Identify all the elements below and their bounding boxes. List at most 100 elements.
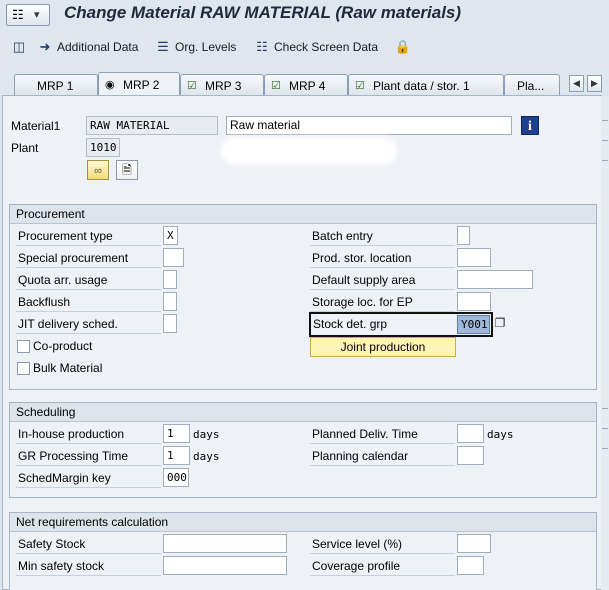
org-levels-icon: ☰: [157, 39, 169, 54]
scrollbar-mark: [602, 140, 608, 141]
scrollbar-mark: [602, 160, 608, 161]
storage-loc-ep-field[interactable]: [457, 292, 491, 311]
org-level-button[interactable]: ∞: [87, 160, 109, 180]
backflush-label: Backflush: [16, 292, 161, 312]
redaction-mask: [224, 140, 394, 162]
jit-delivery-sched-label: JIT delivery sched.: [16, 314, 161, 334]
prod-stor-location-field[interactable]: [457, 248, 491, 267]
jit-delivery-sched-field[interactable]: [163, 314, 177, 333]
additional-data-button[interactable]: ➜ Additional Data: [36, 38, 139, 56]
check-icon: ☑: [355, 79, 365, 92]
material-description-field[interactable]: Raw material: [226, 116, 512, 135]
default-supply-area-field[interactable]: [457, 270, 533, 289]
procurement-type-label: Procurement type: [16, 226, 161, 246]
tab-label: Plant data / stor. 1: [373, 78, 470, 93]
lock-button[interactable]: 🔒: [394, 38, 415, 56]
special-procurement-label: Special procurement: [16, 248, 161, 268]
safety-stock-label: Safety Stock: [16, 534, 161, 554]
safety-stock-field[interactable]: [163, 534, 287, 553]
batch-entry-field[interactable]: [457, 226, 470, 245]
title-bar: ☷ ▾ Change Material RAW MATERIAL (Raw ma…: [0, 0, 609, 30]
procurement-type-field[interactable]: X: [163, 226, 178, 245]
tab-label: MRP 3: [205, 78, 242, 93]
menu-icon: ☷: [12, 7, 24, 22]
application-toolbar: ◫ ➜ Additional Data ☰ Org. Levels ☷ Chec…: [0, 32, 609, 62]
scrollbar-mark: [602, 428, 608, 429]
document-button[interactable]: 🗎: [116, 160, 138, 180]
plant-field: 1010: [86, 138, 120, 157]
check-icon: ☑: [187, 79, 197, 92]
scrollbar-mark: [602, 408, 608, 409]
stock-det-grp-label: Stock det. grp: [313, 317, 388, 331]
bulk-material-label: Bulk Material: [33, 361, 103, 375]
inhouse-production-field[interactable]: 1: [163, 424, 190, 443]
system-menu-button[interactable]: ☷ ▾: [6, 4, 50, 26]
joint-production-tooltip: Joint production: [310, 337, 456, 357]
tab-mrp2[interactable]: ◉ MRP 2: [98, 72, 180, 96]
coverage-profile-field[interactable]: [457, 556, 484, 575]
service-level-label: Service level (%): [310, 534, 455, 554]
check-screen-data-label: Check Screen Data: [274, 40, 379, 54]
radio-selected-icon: ◉: [105, 78, 115, 91]
info-icon[interactable]: i: [521, 116, 539, 135]
co-product-label: Co-product: [33, 339, 93, 353]
net-requirements-title: Net requirements calculation: [10, 513, 596, 532]
backflush-field[interactable]: [163, 292, 177, 311]
page-title: Change Material RAW MATERIAL (Raw materi…: [64, 3, 462, 22]
tab-mrp4[interactable]: ☑ MRP 4: [264, 74, 348, 96]
tab-label: MRP 1: [37, 78, 74, 93]
procurement-title: Procurement: [10, 205, 596, 224]
tab-label: MRP 4: [289, 78, 326, 93]
planned-deliv-time-field[interactable]: [457, 424, 484, 443]
lock-icon: 🔒: [394, 39, 412, 54]
schedmargin-key-field[interactable]: 000: [163, 468, 189, 487]
create-icon: ◫: [12, 39, 26, 54]
bulk-material-checkbox[interactable]: [17, 362, 30, 375]
tab-plant-more[interactable]: Pla...: [504, 74, 560, 96]
search-help-icon[interactable]: ❐: [493, 316, 507, 330]
org-levels-button[interactable]: ☰ Org. Levels: [154, 38, 236, 56]
co-product-checkbox[interactable]: [17, 340, 30, 353]
planned-deliv-time-label: Planned Deliv. Time: [310, 424, 455, 444]
check-screen-icon: ☷: [256, 39, 268, 54]
check-icon: ☑: [271, 79, 281, 92]
tab-plant-data-stor1[interactable]: ☑ Plant data / stor. 1: [348, 74, 504, 96]
tab-scroll-left-button[interactable]: ◀: [569, 75, 584, 92]
additional-data-label: Additional Data: [57, 40, 139, 54]
tab-strip: MRP 1 ◉ MRP 2 ☑ MRP 3 ☑ MRP 4 ☑ Plant da…: [0, 72, 609, 96]
default-supply-area-label: Default supply area: [310, 270, 455, 290]
tab-label: MRP 2: [123, 77, 160, 92]
scrollbar-mark: [602, 120, 608, 121]
service-level-field[interactable]: [457, 534, 491, 553]
vertical-scrollbar[interactable]: [601, 96, 609, 590]
coverage-profile-label: Coverage profile: [310, 556, 455, 576]
schedmargin-key-label: SchedMargin key: [16, 468, 161, 488]
tab-mrp1[interactable]: MRP 1: [14, 74, 98, 96]
tab-mrp3[interactable]: ☑ MRP 3: [180, 74, 264, 96]
min-safety-stock-field[interactable]: [163, 556, 287, 575]
min-safety-stock-label: Min safety stock: [16, 556, 161, 576]
quota-arr-usage-field[interactable]: [163, 270, 177, 289]
tab-label: Pla...: [517, 78, 545, 93]
toolbar-extra-button[interactable]: ◫: [10, 38, 31, 56]
storage-loc-ep-label: Storage loc. for EP: [310, 292, 455, 312]
planned-deliv-unit: days: [487, 428, 514, 441]
scheduling-title: Scheduling: [10, 403, 596, 422]
quota-arr-usage-label: Quota arr. usage: [16, 270, 161, 290]
document-icon: 🗎: [122, 163, 132, 177]
tab-scroll-right-button[interactable]: ▶: [587, 75, 602, 92]
plant-label: Plant: [11, 141, 39, 155]
stock-det-grp-field[interactable]: Y001: [457, 315, 490, 334]
scrollbar-mark: [602, 448, 608, 449]
check-screen-data-button[interactable]: ☷ Check Screen Data: [253, 38, 378, 56]
arrow-right-icon: ➜: [39, 39, 51, 54]
material-field: RAW MATERIAL: [86, 116, 218, 135]
gr-processing-time-field[interactable]: 1: [163, 446, 190, 465]
special-procurement-field[interactable]: [163, 248, 184, 267]
inhouse-production-label: In-house production: [16, 424, 161, 444]
batch-entry-label: Batch entry: [310, 226, 455, 246]
gr-unit: days: [193, 450, 220, 463]
material-label: Material1: [11, 119, 61, 133]
glasses-icon: ∞: [94, 165, 102, 177]
planning-calendar-field[interactable]: [457, 446, 484, 465]
